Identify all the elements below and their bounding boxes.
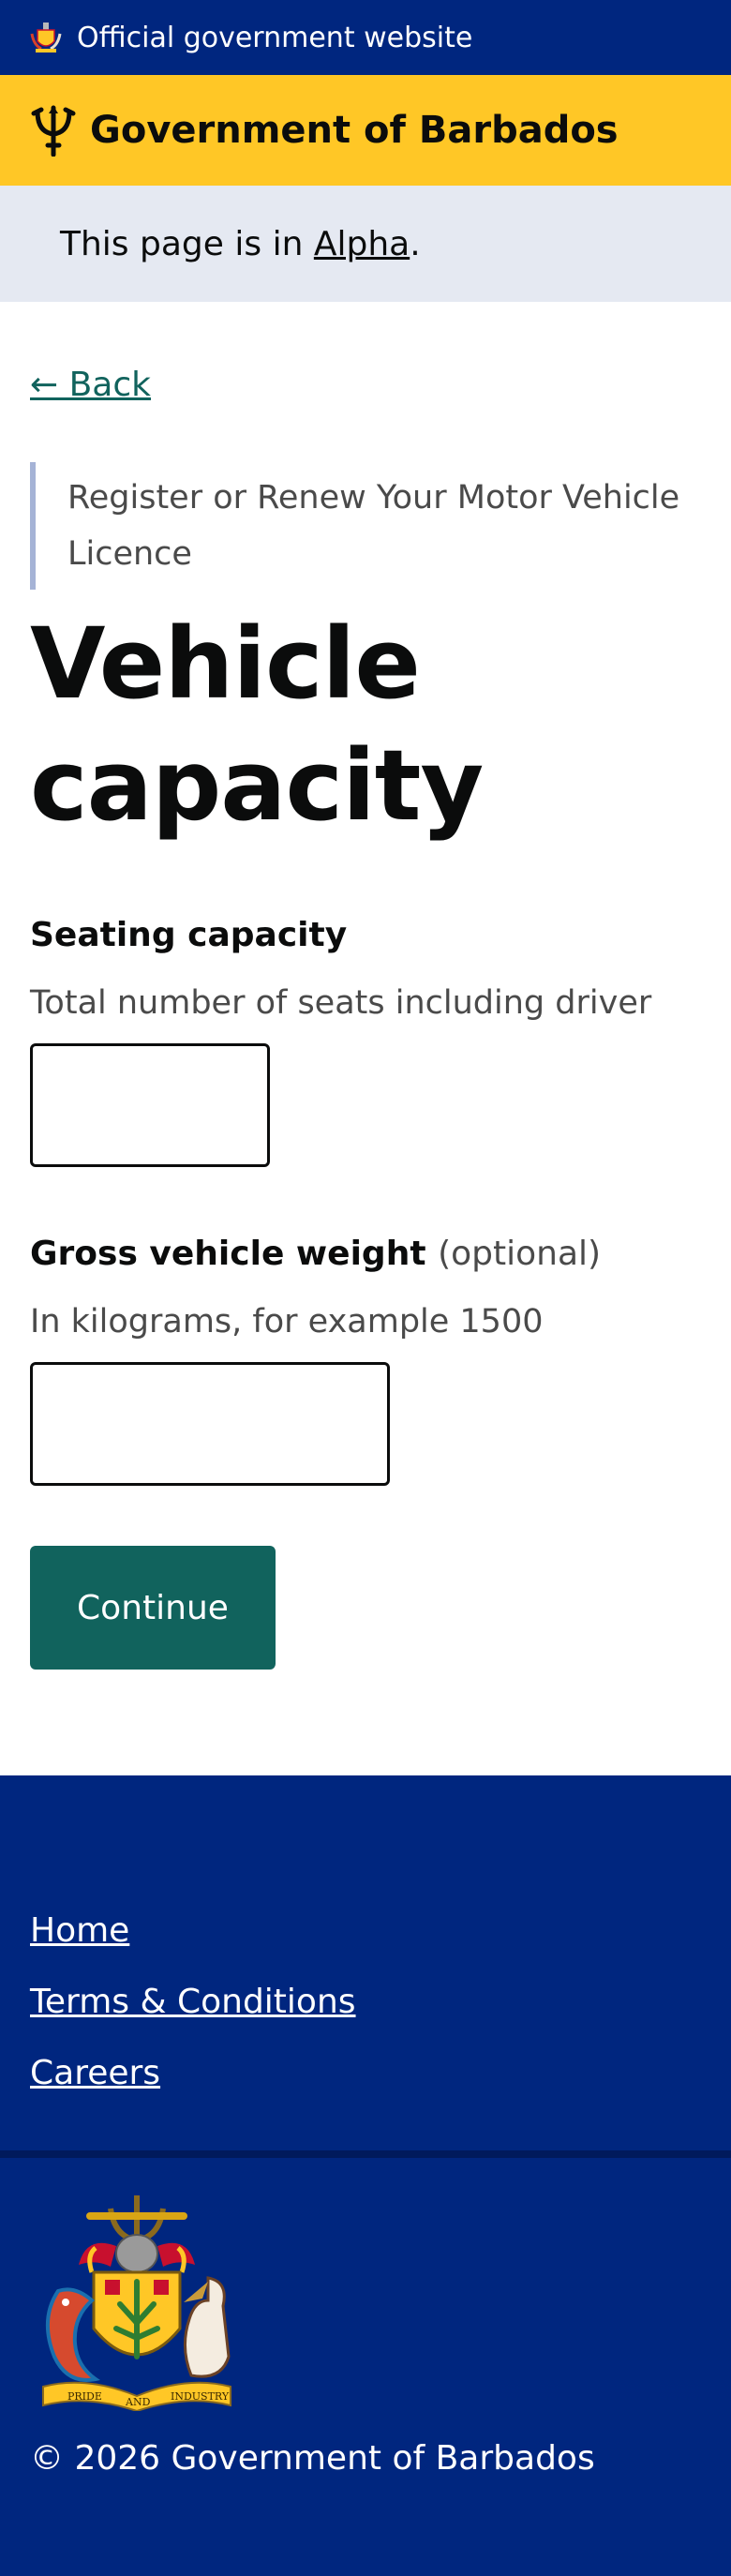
site-footer: Home Terms & Conditions Careers PRIDE AN… [0,1775,731,2576]
footer-links: Home Terms & Conditions Careers [0,1775,731,2158]
service-caption: Register or Renew Your Motor Vehicle Lic… [30,462,701,590]
brand-bar: Government of Barbados [0,75,731,186]
seating-capacity-field: Seating capacity Total number of seats i… [30,914,701,1167]
footer-bottom: PRIDE AND INDUSTRY © 2026 Government of … [0,2158,731,2478]
phase-prefix: This page is in [60,224,304,263]
motto-word-industry: INDUSTRY [171,2390,230,2403]
gross-vehicle-weight-hint: In kilograms, for example 1500 [30,1303,544,1340]
gross-vehicle-weight-label: Gross vehicle weight (optional) [30,1233,701,1276]
motto-word-and: AND [125,2396,151,2408]
phase-suffix: . [410,224,421,263]
phase-banner: This page is in Alpha. [0,186,731,302]
official-website-bar: Official government website [0,0,731,75]
coat-of-arms-icon [30,22,62,52]
gross-vehicle-weight-field: Gross vehicle weight (optional) In kilog… [30,1233,701,1486]
brand-home-link[interactable]: Government of Barbados [90,109,619,152]
seating-capacity-input[interactable] [30,1043,270,1167]
seating-capacity-label: Seating capacity [30,916,348,954]
trident-icon [31,105,76,157]
gross-vehicle-weight-input[interactable] [30,1362,390,1486]
optional-tag: (optional) [438,1235,602,1273]
motto-word-pride: PRIDE [67,2390,102,2403]
continue-button[interactable]: Continue [30,1546,276,1670]
official-website-text: Official government website [77,21,473,54]
footer-link-careers[interactable]: Careers [30,2038,701,2109]
main-content: ← Back Register or Renew Your Motor Vehi… [0,302,731,1775]
back-link[interactable]: ← Back [30,366,151,404]
footer-link-home[interactable]: Home [30,1895,701,1967]
phase-link[interactable]: Alpha [314,225,410,263]
coat-of-arms-icon: PRIDE AND INDUSTRY [42,2195,231,2411]
page-title: Vehicle capacity [30,607,484,843]
copyright-text: © 2026 Government of Barbados [30,2439,595,2478]
site-header: Official government website Government o… [0,0,731,302]
gross-vehicle-weight-label-text: Gross vehicle weight [30,1235,426,1273]
seating-capacity-hint: Total number of seats including driver [30,984,652,1022]
footer-link-terms[interactable]: Terms & Conditions [30,1967,701,2038]
